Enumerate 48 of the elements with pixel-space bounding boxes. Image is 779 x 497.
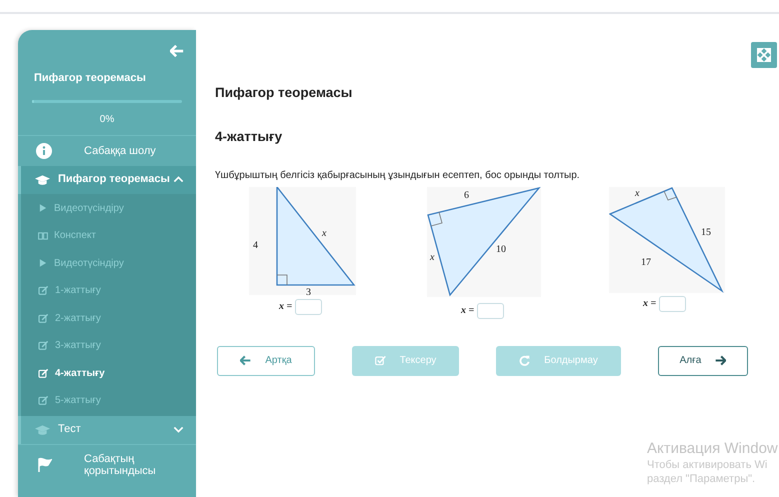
play-icon [38, 258, 48, 268]
triangle-drawing: x 15 17 [609, 186, 725, 292]
answer-field[interactable] [295, 298, 322, 314]
sidebar-subitem[interactable]: 3-жаттығу [21, 332, 196, 360]
sidebar-subitem[interactable]: Видеотүсіндіру [21, 250, 196, 277]
answer-label: x = [279, 300, 292, 314]
sidebar-subitem[interactable]: 4-жаттығу [21, 360, 196, 387]
answer-field[interactable] [659, 296, 686, 312]
arrow-left-icon [170, 44, 184, 58]
fullscreen-button[interactable] [751, 42, 777, 68]
triangle-drawing: 4 x 3 [249, 186, 356, 294]
book-icon [38, 230, 48, 241]
expand-icon [757, 48, 771, 62]
edit-icon [38, 312, 49, 324]
answer-field[interactable] [477, 302, 504, 318]
arrow-left-icon [240, 355, 252, 366]
activation-title: Активация Window [647, 440, 778, 458]
edit-icon [38, 395, 49, 406]
answer-label: x = [643, 297, 656, 311]
edit-icon [38, 368, 49, 379]
back-button[interactable] [170, 44, 184, 58]
refresh-icon [519, 355, 530, 366]
sidebar-subitem[interactable]: Видеотүсіндіру [21, 194, 196, 222]
nav-button[interactable]: Алға [658, 346, 748, 376]
edit-icon [38, 340, 49, 352]
sidebar-item[interactable]: Сабақтың қорытындысы [18, 444, 196, 486]
triangle-drawing: 6 x 10 [427, 186, 541, 296]
info-icon [36, 142, 52, 158]
chevron-down-icon [173, 424, 184, 435]
chevron-up-icon [173, 174, 184, 185]
edit-icon [38, 285, 49, 296]
section-header[interactable]: Пифагор теоремасы [18, 166, 196, 194]
sidebar-subitem[interactable]: 1-жаттығу [21, 277, 196, 304]
section-header[interactable]: Тест [18, 416, 196, 444]
answer-label: x = [461, 304, 474, 318]
nav-button[interactable]: Артқа [217, 346, 315, 376]
sidebar-subitem[interactable]: Конспект [21, 222, 196, 250]
page-title: Пифагор теоремасы [215, 84, 354, 102]
progress-percent: 0% [98, 112, 116, 126]
flag-icon [36, 457, 52, 473]
exercise-title: 4-жаттығу [215, 128, 284, 146]
checkbox-icon [374, 355, 386, 366]
instruction-text: Үшбұрыштың белгісіз қабырғасының ұзындығын есептеп, бос орынды толтыр. [215, 168, 581, 182]
sidebar-subitem[interactable]: 2-жаттығу [21, 304, 196, 332]
lesson-title: Пифагор теоремасы [33, 71, 147, 86]
arrow-right-icon [715, 355, 726, 366]
play-icon [38, 203, 48, 214]
sidebar-subitem[interactable]: 5-жаттығу [21, 387, 196, 414]
